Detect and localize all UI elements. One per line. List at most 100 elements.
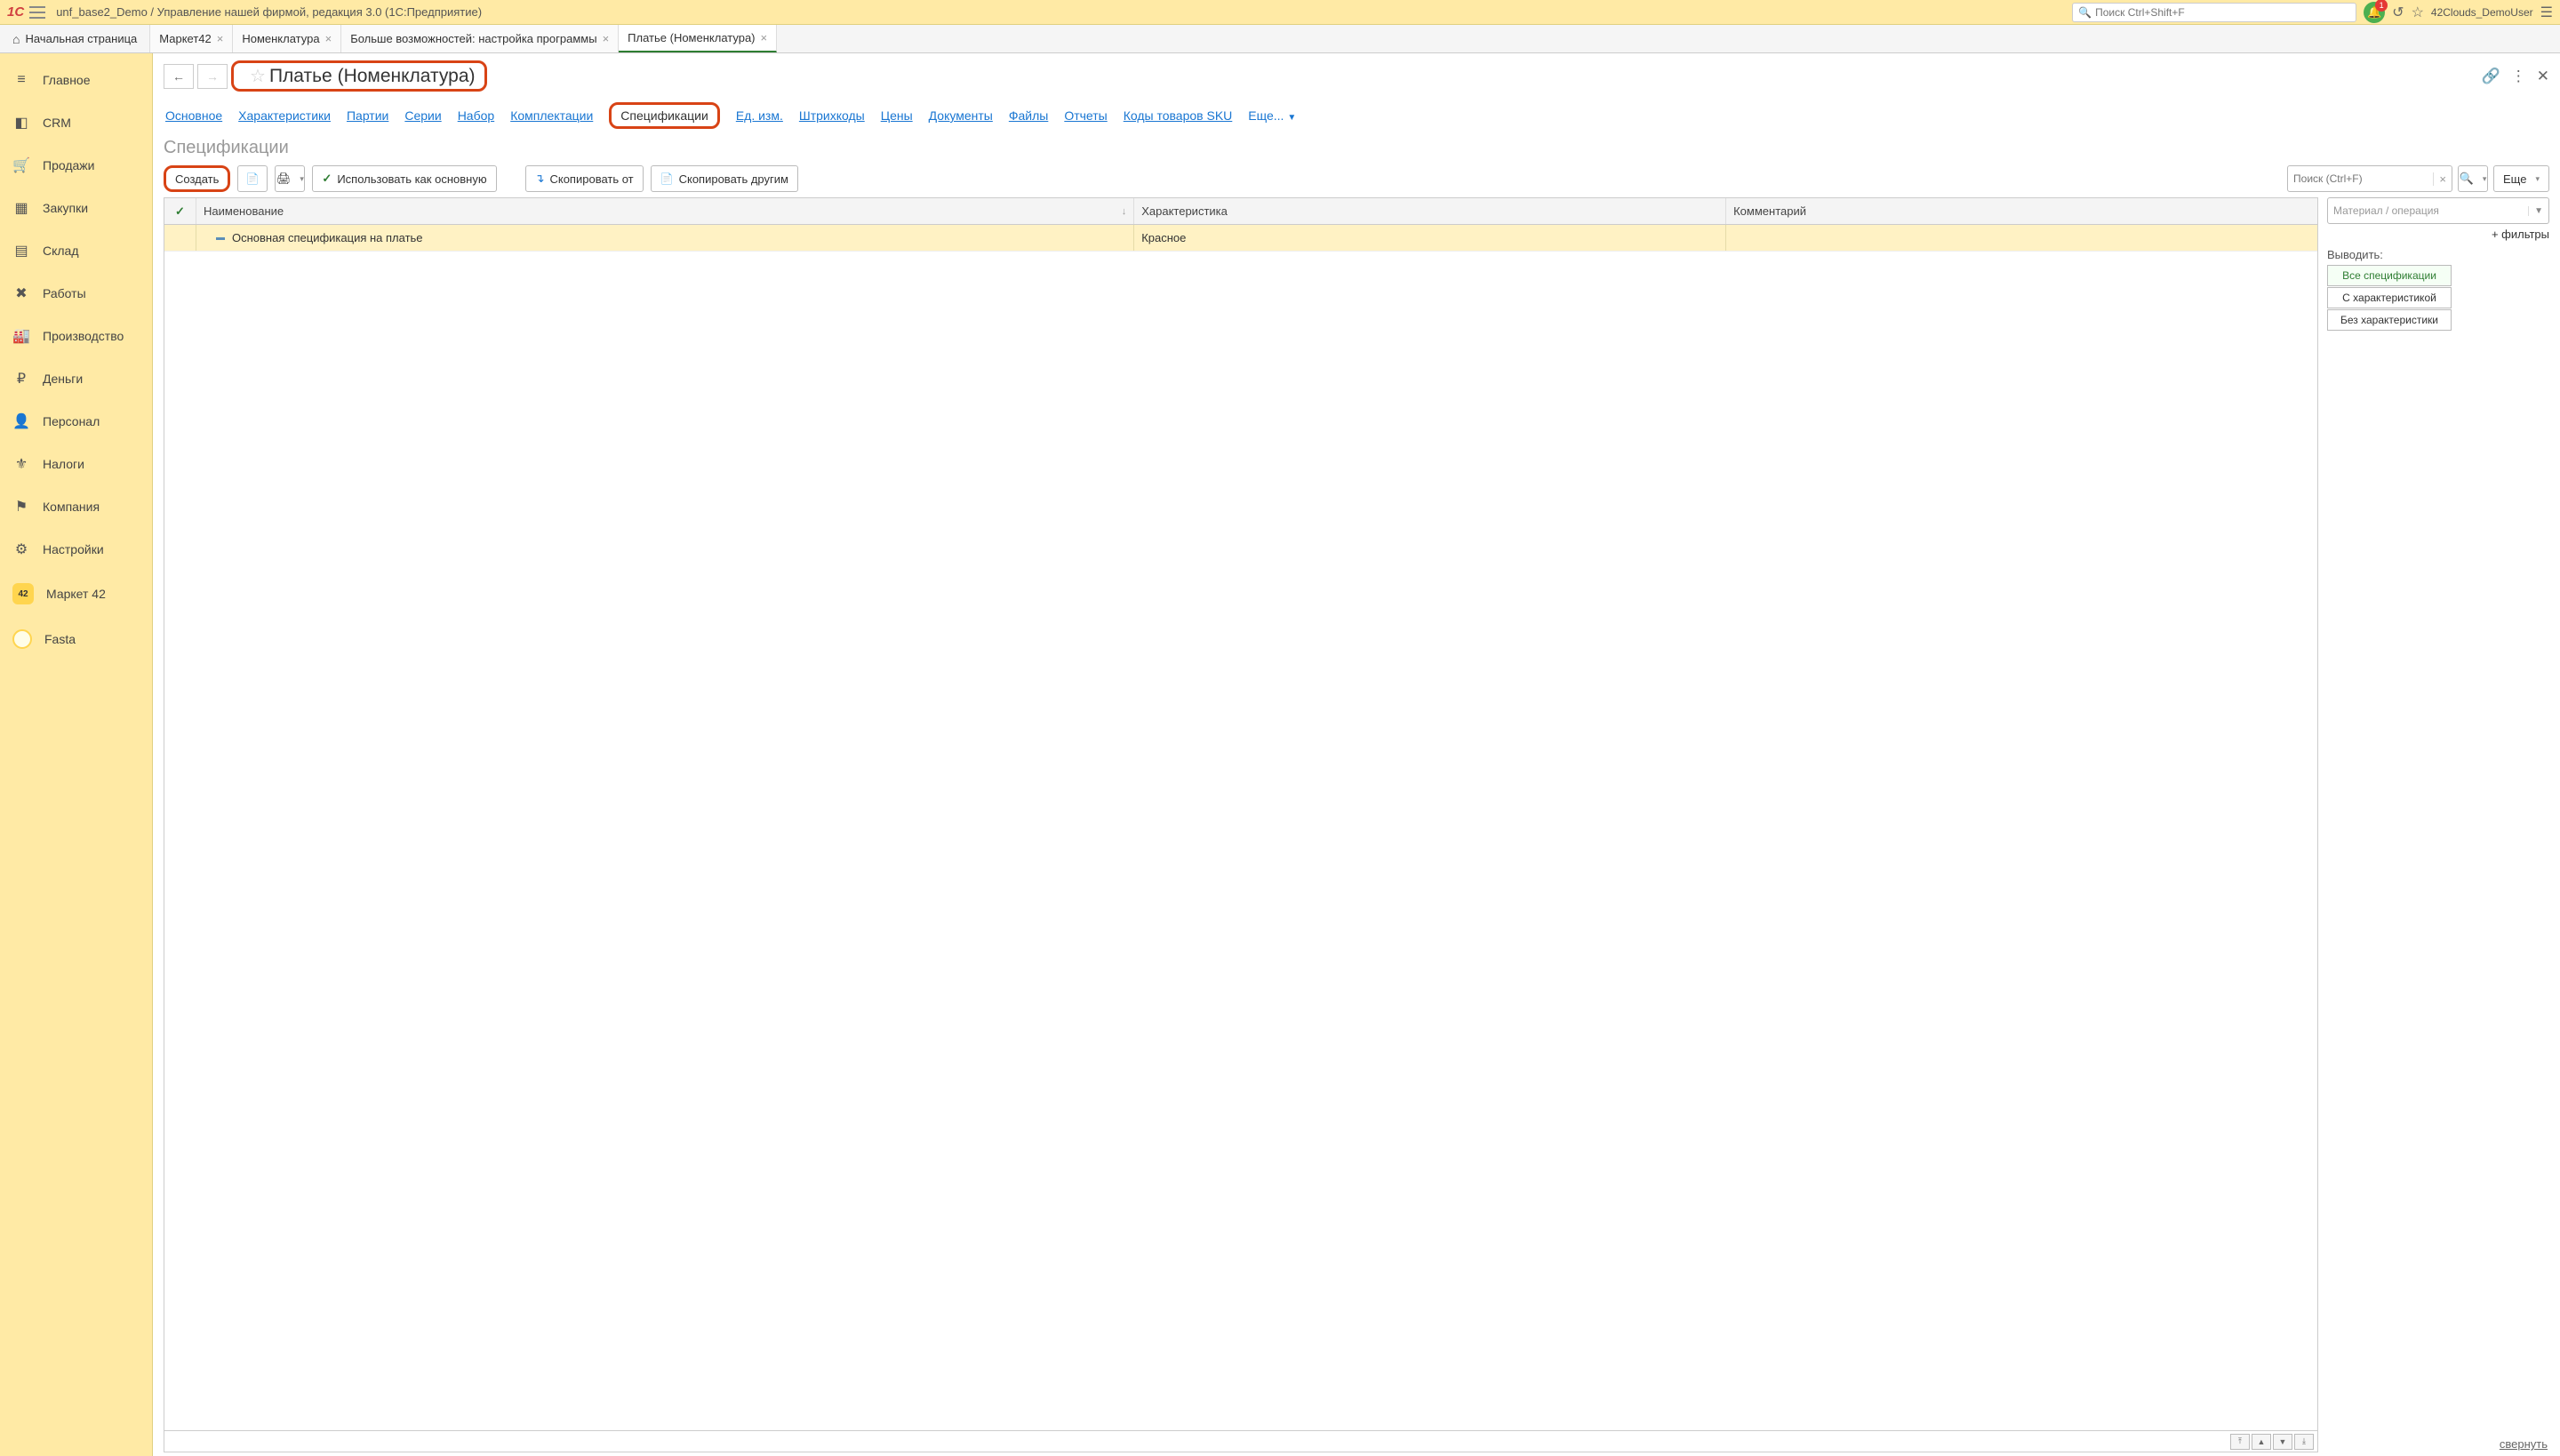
sidebar-icon: ₽ [12,370,30,388]
scroll-up-button[interactable]: ▲ [2252,1434,2271,1450]
table-search-input[interactable] [2293,172,2433,185]
check-icon: ✓ [322,172,332,186]
section-tab-5[interactable]: Комплектации [510,108,593,123]
page-title: Платье (Номенклатура) [269,66,476,87]
star-icon[interactable]: ☆ [2412,4,2424,21]
col-name[interactable]: Наименование [196,198,1134,224]
section-tab-7[interactable]: Ед. изм. [736,108,783,123]
sidebar-item-3[interactable]: ▦Закупки [0,187,152,229]
hamburger-icon[interactable] [29,6,45,19]
table-search[interactable]: × [2287,165,2452,192]
output-label: Выводить: [2327,248,2549,261]
filter-button-1[interactable]: С характеристикой [2327,287,2452,308]
tab-0[interactable]: Маркет42× [150,25,233,52]
copy-from-button[interactable]: ↴Скопировать от [525,165,644,192]
toolbar: Создать 📄 🖨 ✓Использовать как основную ↴… [164,165,2549,192]
section-tab-1[interactable]: Характеристики [238,108,331,123]
close-icon[interactable]: ✕ [2537,68,2549,85]
kebab-icon[interactable]: ⋮ [2511,68,2526,85]
section-tab-more[interactable]: Еще... ▼ [1248,108,1296,123]
more-button[interactable]: Еще [2493,165,2549,192]
sidebar-item-9[interactable]: ⚜Налоги [0,443,152,485]
section-tab-0[interactable]: Основное [165,108,222,123]
history-icon[interactable]: ↺ [2392,4,2404,21]
tab-3[interactable]: Платье (Номенклатура)× [619,25,777,52]
filter-button-0[interactable]: Все спецификации [2327,265,2452,286]
print-button[interactable]: 🖨 [275,165,305,192]
section-tab-8[interactable]: Штрихкоды [799,108,865,123]
market42-icon: 42 [12,583,34,604]
settings-icon[interactable]: ☰ [2540,4,2553,21]
nav-back-button[interactable]: ← [164,64,194,89]
section-tab-12[interactable]: Отчеты [1064,108,1107,123]
search-options-button[interactable]: 🔍 [2458,165,2488,192]
sidebar-item-2[interactable]: 🛒Продажи [0,144,152,187]
use-as-main-button[interactable]: ✓Использовать как основную [312,165,496,192]
collapse-link[interactable]: свернуть [2500,1437,2548,1451]
section-tab-11[interactable]: Файлы [1009,108,1048,123]
titlebar: 1C unf_base2_Demo / Управление нашей фир… [0,0,2560,25]
section-tabs: Основное Характеристики Партии Серии Набор Ко… [164,95,2549,136]
username: 42Clouds_DemoUser [2431,6,2533,19]
col-characteristic[interactable]: Характеристика [1134,198,1726,224]
window-tabs: ⌂ Начальная страница Маркет42×Номенклату… [0,25,2560,53]
add-filters-link[interactable]: + фильтры [2327,228,2549,241]
filter-button-2[interactable]: Без характеристики [2327,309,2452,331]
material-filter-select[interactable]: Материал / операция ▼ [2327,197,2549,224]
home-icon: ⌂ [12,32,20,46]
sidebar-item-5[interactable]: ✖Работы [0,272,152,315]
section-tab-4[interactable]: Набор [458,108,495,123]
table-row[interactable]: Основная спецификация на платьеКрасное [164,225,2317,252]
page-title-highlight: ☆ Платье (Номенклатура) [231,60,487,92]
tab-home[interactable]: ⌂ Начальная страница [0,25,150,52]
fasta-icon [12,629,32,649]
nav-forward-button[interactable]: → [197,64,228,89]
search-clear-icon[interactable]: × [2433,172,2446,186]
col-comment[interactable]: Комментарий [1726,198,2317,224]
search-icon: 🔍 [2460,172,2474,186]
tab-close-icon[interactable]: × [761,31,768,44]
sidebar-item-7[interactable]: ₽Деньги [0,357,152,400]
tab-close-icon[interactable]: × [603,32,610,45]
chevron-down-icon: ▼ [2528,206,2543,216]
section-tab-2[interactable]: Партии [347,108,388,123]
sidebar-icon: 🛒 [12,156,30,174]
create-button[interactable]: Создать [164,165,230,192]
section-tab-3[interactable]: Серии [404,108,441,123]
bell-badge: 1 [2375,0,2388,12]
section-title: Спецификации [164,138,2549,158]
sidebar-icon: ✖ [12,284,30,302]
tab-1[interactable]: Номенклатура× [233,25,341,52]
sidebar-item-0[interactable]: ≡Главное [0,59,152,101]
global-search[interactable]: 🔍 [2072,3,2356,22]
section-tab-9[interactable]: Цены [881,108,913,123]
arrow-out-icon: 📄 [660,172,674,185]
favorite-star-icon[interactable]: ☆ [250,65,266,87]
sidebar-item-8[interactable]: 👤Персонал [0,400,152,443]
col-check[interactable] [164,198,196,224]
section-tab-10[interactable]: Документы [929,108,993,123]
link-icon[interactable]: 🔗 [2482,68,2500,85]
scroll-bottom-button[interactable]: ⤓ [2294,1434,2314,1450]
copy-button[interactable]: 📄 [237,165,268,192]
sidebar-item-11[interactable]: ⚙Настройки [0,528,152,571]
section-tab-6[interactable]: Спецификации [620,108,708,123]
copy-to-button[interactable]: 📄Скопировать другим [651,165,798,192]
global-search-input[interactable] [2095,6,2350,19]
scroll-down-button[interactable]: ▼ [2273,1434,2292,1450]
scroll-top-button[interactable]: ⤒ [2230,1434,2250,1450]
sidebar-item-10[interactable]: ⚑Компания [0,485,152,528]
section-tab-13[interactable]: Коды товаров SKU [1124,108,1233,123]
sidebar-item-4[interactable]: ▤Склад [0,229,152,272]
sidebar-extra-0[interactable]: 42Маркет 42 [0,571,152,617]
tab-close-icon[interactable]: × [325,32,332,45]
sidebar-item-1[interactable]: ◧CRM [0,101,152,144]
notifications-bell[interactable]: 🔔 1 [2364,2,2385,23]
tab-close-icon[interactable]: × [217,32,224,45]
tab-2[interactable]: Больше возможностей: настройка программы… [341,25,619,52]
tab-home-label: Начальная страница [25,32,137,45]
sidebar-icon: ▤ [12,242,30,260]
sidebar-extra-1[interactable]: Fasta [0,617,152,661]
app-title: unf_base2_Demo / Управление нашей фирмой… [56,5,482,19]
sidebar-item-6[interactable]: 🏭Производство [0,315,152,357]
